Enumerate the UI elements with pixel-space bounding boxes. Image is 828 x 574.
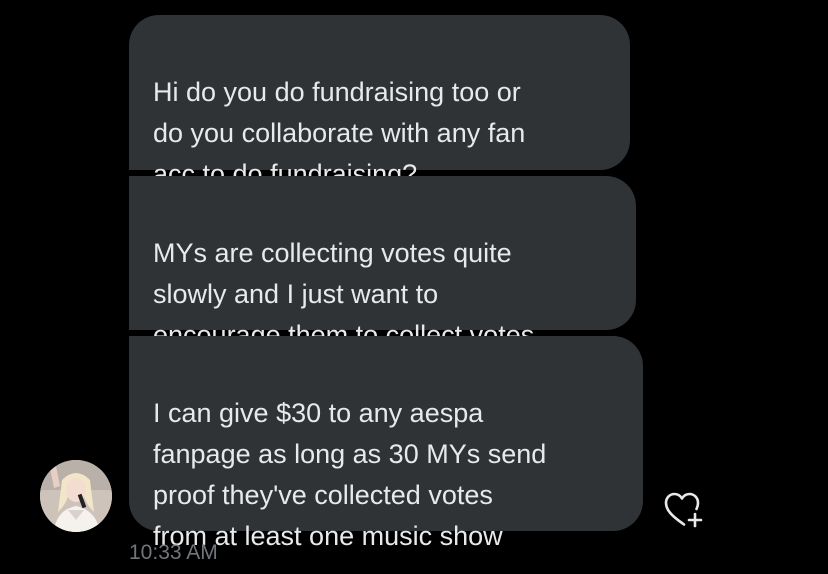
add-reaction-heart-plus-icon[interactable] — [662, 490, 708, 530]
avatar[interactable] — [40, 460, 112, 532]
message-bubble-2[interactable]: MYs are collecting votes quite slowly an… — [129, 176, 636, 350]
message-text-1: Hi do you do fundraising too or do you c… — [153, 77, 526, 189]
avatar-image — [40, 460, 112, 532]
message-bubble-1[interactable]: Hi do you do fundraising too or do you c… — [129, 15, 630, 189]
message-text-2: MYs are collecting votes quite slowly an… — [153, 238, 535, 350]
message-timestamp: 10:33 AM — [129, 541, 218, 564]
message-text-3: I can give $30 to any aespa fanpage as l… — [153, 398, 547, 551]
message-bubble-3[interactable]: I can give $30 to any aespa fanpage as l… — [129, 336, 643, 551]
